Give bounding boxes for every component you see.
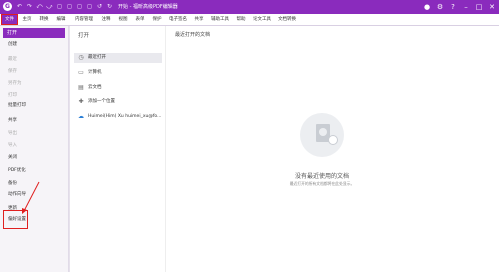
open-panel-title: 打开	[78, 33, 90, 39]
add-location-icon: ✚	[78, 98, 84, 105]
open-item-label: 云文档	[88, 85, 102, 90]
account-icon[interactable]: ●	[422, 2, 432, 12]
empty-state-subtitle: 最近打开的所有文档都将在此处显示。	[289, 181, 355, 186]
open-item-cloud-account[interactable]: ☁ Huimei(Him) Xu huimei_xu@fo...	[74, 112, 162, 122]
open-item-label: 计算机	[88, 70, 102, 75]
tab-convert[interactable]: 转换	[37, 15, 51, 24]
tab-content-management[interactable]: 内容管理	[72, 15, 96, 24]
quick-access-icon[interactable]: ↺	[96, 3, 103, 10]
menu-item-share[interactable]: 共享	[8, 118, 17, 124]
quick-access-icon[interactable]: ⤺	[36, 3, 43, 10]
title-bar: G ↶ ↷ ⤺ ⤻ ◻ ◻ ◻ ◻ ↺ ↻ 开始 - 福昕高级PDF编辑器 ● …	[0, 0, 499, 14]
quick-access-icon[interactable]: ↷	[26, 3, 33, 10]
menu-item-create[interactable]: 创建	[8, 42, 17, 48]
empty-state-title: 没有最近使用的文档	[294, 173, 349, 180]
menu-item-backup[interactable]: 备份	[8, 181, 17, 187]
open-item-label: Huimei(Him) Xu huimei_xu@fo...	[88, 114, 162, 119]
menu-item-action-wizard[interactable]: 动作向导	[8, 192, 26, 198]
computer-icon: ▭	[78, 69, 84, 76]
settings-icon[interactable]: ⚙	[435, 2, 445, 12]
tab-help[interactable]: 帮助	[234, 15, 248, 24]
quick-access-icon[interactable]: ⤻	[46, 3, 53, 10]
menu-item-recent: 最近	[8, 57, 17, 62]
open-item-label: 添加一个位置	[88, 99, 115, 104]
cloud-icon: ☁	[78, 113, 84, 120]
quick-access-icon[interactable]: ↻	[106, 3, 113, 10]
quick-access-icon[interactable]: ◻	[86, 3, 93, 10]
tab-home[interactable]: 主页	[20, 15, 34, 24]
menu-item-import: 导入	[8, 143, 17, 148]
menu-item-export: 导出	[8, 131, 17, 136]
quick-access-icon[interactable]: ◻	[66, 3, 73, 10]
open-item-cloud-docs[interactable]: ▤ 云文档	[74, 83, 162, 93]
quick-access-icon[interactable]: ◻	[56, 3, 63, 10]
menu-item-save-as: 另存为	[8, 81, 22, 86]
quick-access-icon[interactable]: ◻	[76, 3, 83, 10]
tab-paper-tools[interactable]: 论文工具	[251, 15, 273, 24]
tab-e-signature[interactable]: 电子签名	[167, 15, 189, 24]
open-item-add-location[interactable]: ✚ 添加一个位置	[74, 97, 162, 107]
recent-clock-icon	[328, 135, 338, 145]
tab-accessibility[interactable]: 辅助工具	[209, 15, 231, 24]
menu-item-print: 打印	[8, 93, 17, 98]
tab-edit[interactable]: 编辑	[54, 15, 68, 24]
tab-share[interactable]: 共享	[192, 15, 206, 24]
menu-item-close[interactable]: 关闭	[8, 155, 17, 161]
close-icon[interactable]: ✕	[487, 2, 497, 12]
maximize-icon[interactable]: □	[474, 2, 484, 12]
tab-file[interactable]: 文件	[1, 14, 18, 25]
minimize-icon[interactable]: –	[461, 2, 471, 12]
panel-divider	[165, 26, 166, 272]
help-icon[interactable]: ?	[448, 2, 458, 12]
cloud-doc-icon: ▤	[78, 84, 84, 91]
preferences-highlight-box	[3, 210, 28, 229]
tab-protect[interactable]: 保护	[150, 15, 164, 24]
menu-item-open[interactable]: 打开	[3, 28, 65, 38]
menu-item-pdf-optimize[interactable]: PDF优化	[8, 168, 26, 174]
app-logo-icon: G	[3, 2, 12, 11]
clock-icon: ◷	[78, 54, 84, 61]
tab-form[interactable]: 表单	[133, 15, 147, 24]
tab-view[interactable]: 视图	[116, 15, 130, 24]
open-item-recent[interactable]: ◷ 最近打开	[74, 53, 162, 63]
recent-panel-title: 最近打开的文档	[175, 32, 211, 38]
tab-document-convert[interactable]: 文档转换	[276, 15, 298, 24]
ribbon-tabs: 文件 主页 转换 编辑 内容管理 注释 视图 表单 保护 电子签名 共享 辅助工…	[0, 14, 499, 26]
document-logo-icon	[319, 128, 327, 136]
tab-comment[interactable]: 注释	[99, 15, 113, 24]
quick-access-icon[interactable]: ↶	[16, 3, 23, 10]
open-item-label: 最近打开	[88, 55, 106, 60]
menu-item-save: 保存	[8, 69, 17, 74]
menu-item-batch-print[interactable]: 批量打印	[8, 103, 26, 109]
window-title: 开始 - 福昕高级PDF编辑器	[118, 4, 178, 10]
open-item-computer[interactable]: ▭ 计算机	[74, 68, 162, 78]
